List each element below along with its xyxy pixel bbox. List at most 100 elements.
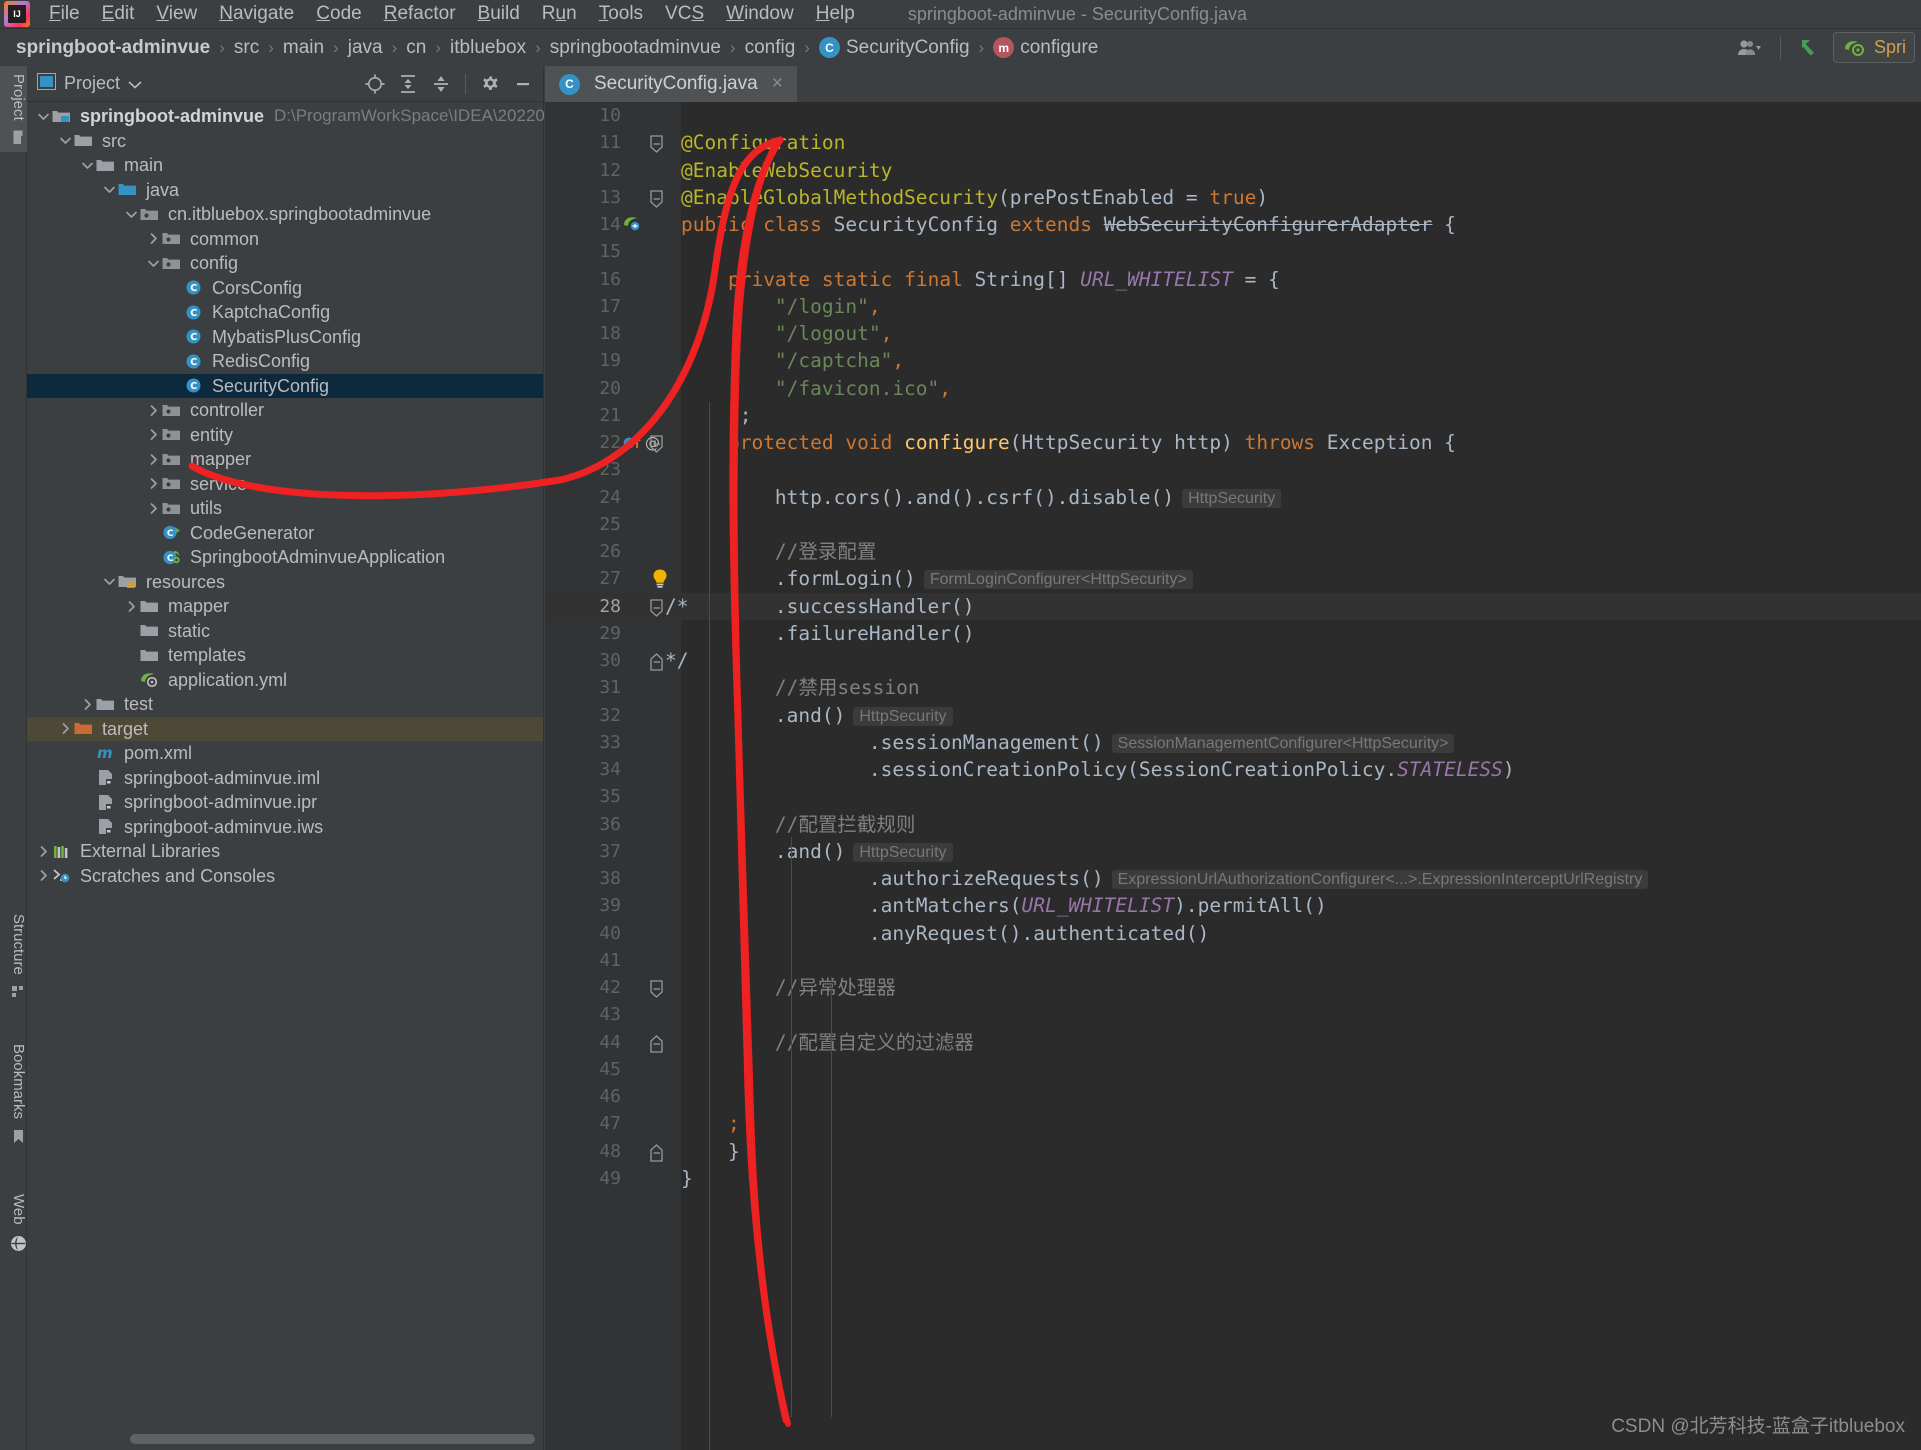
method-icon: m	[993, 37, 1014, 58]
menu-item-window[interactable]: Window	[715, 0, 805, 28]
menu-item-run[interactable]: Run	[531, 0, 588, 28]
chevron-right-icon[interactable]	[145, 475, 162, 492]
code-token: "/login"	[775, 295, 869, 318]
tree-item-springboot-adminvue.ipr[interactable]: springboot-adminvue.ipr	[27, 790, 543, 815]
tool-tab-web[interactable]: Web	[0, 1186, 27, 1260]
tree-item-java[interactable]: java	[27, 178, 543, 203]
vcs-update-icon[interactable]	[1789, 32, 1833, 64]
expand-all-icon[interactable]	[394, 71, 422, 97]
hide-icon[interactable]	[509, 71, 537, 97]
chevron-down-icon[interactable]	[123, 206, 140, 223]
breadcrumb-item-securityconfig[interactable]: CSecurityConfig	[819, 37, 970, 59]
tree-item-pom.xml[interactable]: mpom.xml	[27, 741, 543, 766]
tree-item-securityconfig[interactable]: CSecurityConfig	[27, 374, 543, 399]
close-icon[interactable]: ×	[772, 73, 783, 95]
breadcrumb-separator: ›	[392, 38, 398, 58]
menu-item-edit[interactable]: Edit	[91, 0, 146, 28]
menu-item-navigate[interactable]: Navigate	[208, 0, 305, 28]
menu-item-help[interactable]: Help	[805, 0, 866, 28]
tree-item-src[interactable]: src	[27, 129, 543, 154]
breadcrumb-item-springbootadminvue[interactable]: springbootadminvue	[550, 37, 721, 59]
tree-item-templates[interactable]: templates	[27, 643, 543, 668]
breadcrumb-item-main[interactable]: main	[283, 37, 324, 59]
tree-item-entity[interactable]: entity	[27, 423, 543, 448]
tree-item-mapper[interactable]: mapper	[27, 594, 543, 619]
breadcrumb-item-configure[interactable]: mconfigure	[993, 37, 1098, 59]
tree-item-external-libraries[interactable]: External Libraries	[27, 839, 543, 864]
chevron-right-icon[interactable]	[145, 451, 162, 468]
user-dropdown-icon[interactable]	[1728, 34, 1772, 62]
tree-item-corsconfig[interactable]: CCorsConfig	[27, 276, 543, 301]
tree-item-resources[interactable]: resources	[27, 570, 543, 595]
tree-item-service[interactable]: service	[27, 472, 543, 497]
chevron-down-icon[interactable]	[101, 573, 118, 590]
tree-item-config[interactable]: config	[27, 251, 543, 276]
tree-item-controller[interactable]: controller	[27, 398, 543, 423]
code-token: @EnableWebSecurity	[681, 159, 892, 182]
menu-item-vcs[interactable]: VCS	[654, 0, 715, 28]
chevron-right-icon[interactable]	[35, 867, 52, 884]
tree-item-springboot-adminvue.iws[interactable]: springboot-adminvue.iws	[27, 815, 543, 840]
tree-item-target[interactable]: target	[27, 717, 543, 742]
project-horizontal-scrollbar[interactable]	[130, 1434, 535, 1444]
breadcrumb-item-src[interactable]: src	[234, 37, 259, 59]
breadcrumb-item-itbluebox[interactable]: itbluebox	[450, 37, 526, 59]
chevron-right-icon[interactable]	[145, 402, 162, 419]
tool-tab-bookmarks[interactable]: Bookmarks	[0, 1036, 27, 1152]
menu-item-view[interactable]: View	[145, 0, 208, 28]
tree-item-main[interactable]: main	[27, 153, 543, 178]
tree-item-codegenerator[interactable]: CCodeGenerator	[27, 521, 543, 546]
collapse-all-icon[interactable]	[427, 71, 455, 97]
code-text: .formLogin()FormLoginConfigurer<HttpSecu…	[681, 565, 1193, 593]
code-token: .formLogin()	[681, 567, 916, 590]
tree-item-springboot-adminvue[interactable]: springboot-adminvueD:\ProgramWorkSpace\I…	[27, 104, 543, 129]
tool-tab-project[interactable]: Project	[0, 66, 27, 152]
chevron-down-icon[interactable]	[79, 157, 96, 174]
tree-item-cn.itbluebox.springbootadminvue[interactable]: cn.itbluebox.springbootadminvue	[27, 202, 543, 227]
breadcrumb-item-config[interactable]: config	[745, 37, 796, 59]
chevron-right-icon[interactable]	[57, 720, 74, 737]
chevron-right-icon[interactable]	[145, 230, 162, 247]
chevron-right-icon[interactable]	[79, 696, 96, 713]
tree-item-label: Scratches and Consoles	[80, 867, 275, 885]
tree-item-test[interactable]: test	[27, 692, 543, 717]
chevron-right-icon[interactable]	[35, 843, 52, 860]
tree-item-common[interactable]: common	[27, 227, 543, 252]
chevron-down-icon[interactable]	[35, 108, 52, 125]
breadcrumb-item-cn[interactable]: cn	[406, 37, 426, 59]
tree-item-utils[interactable]: utils	[27, 496, 543, 521]
tree-item-redisconfig[interactable]: CRedisConfig	[27, 349, 543, 374]
menu-item-code[interactable]: Code	[305, 0, 372, 28]
code-text: .and()HttpSecurity	[681, 702, 953, 730]
tree-item-application.yml[interactable]: application.yml	[27, 668, 543, 693]
tree-item-label: utils	[190, 499, 222, 517]
breadcrumb-item-java[interactable]: java	[348, 37, 383, 59]
tree-item-static[interactable]: static	[27, 619, 543, 644]
menu-item-tools[interactable]: Tools	[588, 0, 654, 28]
chevron-down-icon[interactable]	[145, 255, 162, 272]
chevron-right-icon[interactable]	[123, 598, 140, 615]
tree-item-mapper[interactable]: mapper	[27, 447, 543, 472]
editor-tab-securityconfig[interactable]: C SecurityConfig.java ×	[545, 66, 797, 102]
menu-item-file[interactable]: File	[38, 0, 91, 28]
code-line-12: 12@EnableWebSecurity	[545, 157, 1921, 184]
chevron-down-icon[interactable]	[128, 73, 142, 94]
menu-item-build[interactable]: Build	[467, 0, 531, 28]
tree-item-kaptchaconfig[interactable]: CKaptchaConfig	[27, 300, 543, 325]
settings-gear-icon[interactable]	[476, 71, 504, 97]
tree-item-scratches-and-consoles[interactable]: Scratches and Consoles	[27, 864, 543, 889]
chevron-right-icon[interactable]	[145, 500, 162, 517]
project-panel-title[interactable]: Project	[37, 73, 142, 95]
locate-icon[interactable]	[361, 71, 389, 97]
tool-tab-structure[interactable]: Structure	[0, 906, 27, 1007]
code-editor[interactable]: 1011@Configuration12@EnableWebSecurity13…	[545, 102, 1921, 1450]
chevron-down-icon[interactable]	[101, 181, 118, 198]
tree-item-springboot-adminvue.iml[interactable]: springboot-adminvue.iml	[27, 766, 543, 791]
chevron-down-icon[interactable]	[57, 132, 74, 149]
tree-item-mybatisplusconfig[interactable]: CMybatisPlusConfig	[27, 325, 543, 350]
tree-item-springbootadminvueapplication[interactable]: CSpringbootAdminvueApplication	[27, 545, 543, 570]
menu-item-refactor[interactable]: Refactor	[373, 0, 467, 28]
chevron-right-icon[interactable]	[145, 426, 162, 443]
breadcrumb-item-springboot-adminvue[interactable]: springboot-adminvue	[16, 37, 210, 59]
spring-run-config-button[interactable]: Spri	[1833, 32, 1915, 63]
